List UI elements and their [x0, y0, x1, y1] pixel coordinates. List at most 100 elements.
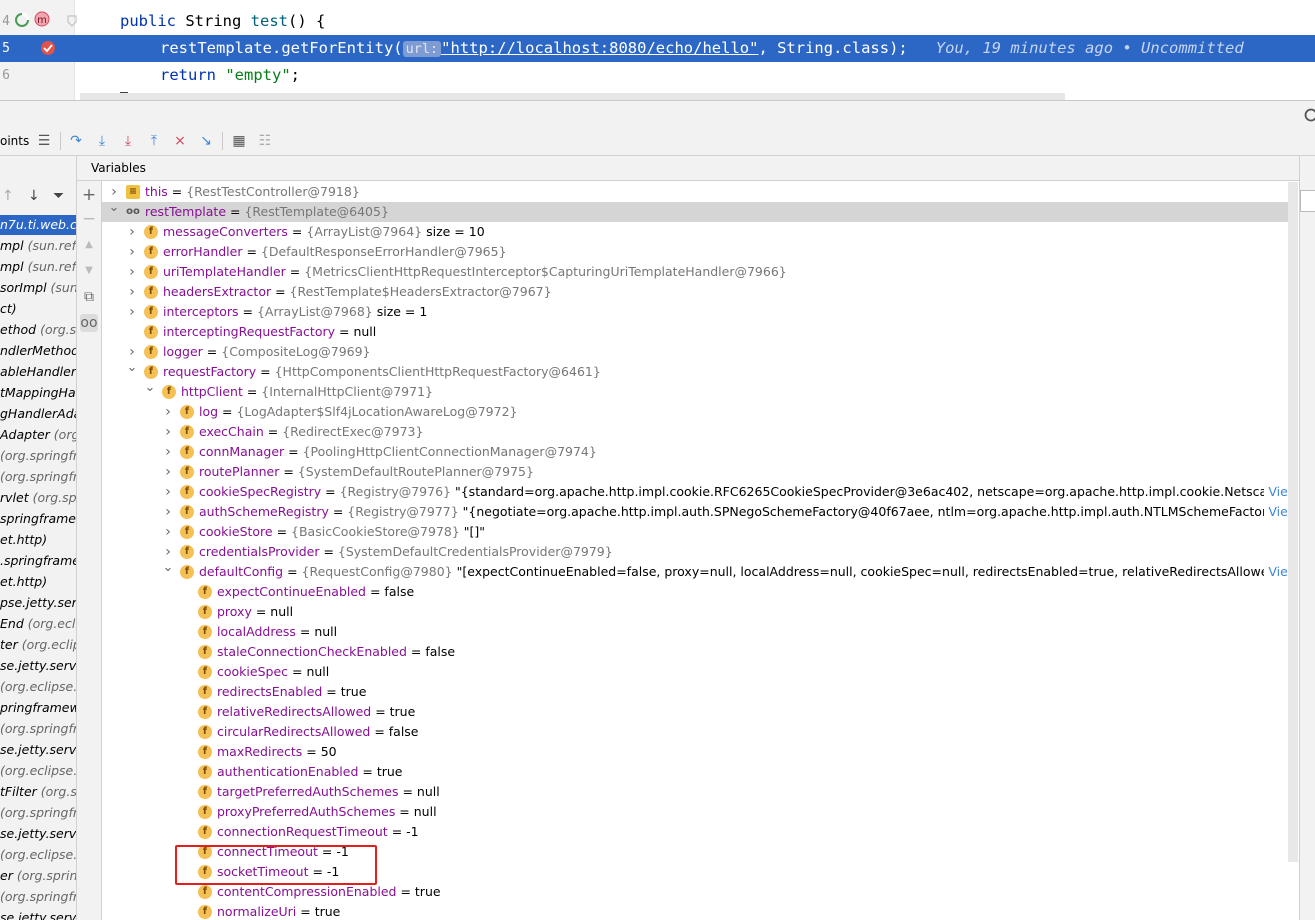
variable-row[interactable]: › f execChain = {RedirectExec@7973} — [102, 422, 1298, 442]
step-out-icon[interactable]: ⤒ — [145, 132, 163, 150]
variable-row[interactable]: f contentCompressionEnabled = true — [102, 882, 1298, 902]
variable-row[interactable]: f targetPreferredAuthSchemes = null — [102, 782, 1298, 802]
variable-row[interactable]: › f headersExtractor = {RestTemplate$Heade… — [102, 282, 1298, 302]
variable-row[interactable]: › f uriTemplateHandler = {MetricsClientHtt… — [102, 262, 1298, 282]
stack-frame-item[interactable]: springframew — [0, 509, 76, 529]
variable-row[interactable]: f maxRedirects = 50 — [102, 742, 1298, 762]
variable-row[interactable]: ⌄ f defaultConfig = {RequestConfig@7980} "… — [102, 560, 1298, 582]
expand-arrow-icon[interactable]: › — [162, 502, 174, 522]
collapse-arrow-icon[interactable]: ⌄ — [126, 358, 138, 378]
variable-row[interactable]: f circularRedirectsAllowed = false — [102, 722, 1298, 742]
variable-row[interactable]: f interceptingRequestFactory = null — [102, 322, 1298, 342]
expand-arrow-icon[interactable]: › — [126, 262, 138, 282]
drop-frame-icon[interactable]: ⨯ — [171, 132, 189, 150]
method-mapping-icon[interactable]: m — [33, 10, 51, 28]
menu-icon[interactable]: ☰ — [35, 132, 53, 150]
expand-arrow-icon[interactable]: › — [126, 242, 138, 262]
copy-icon[interactable]: ⧉ — [80, 288, 98, 306]
stack-frame-item[interactable]: (org.eclipse. — [0, 845, 76, 865]
stack-frame-item[interactable]: gHandlerAda — [0, 404, 76, 424]
variable-row[interactable]: f normalizeUri = true — [102, 902, 1298, 920]
stack-frame-item[interactable]: n7u.ti.web.co — [0, 215, 76, 235]
stack-frame-item[interactable]: se.jetty.servle — [0, 824, 76, 844]
force-step-into-icon[interactable]: ⤓ — [119, 132, 137, 150]
expand-arrow-icon[interactable]: › — [126, 302, 138, 322]
variable-row[interactable]: › f authSchemeRegistry = {Registry@7977} "… — [102, 502, 1298, 522]
arrow-up-icon[interactable]: ↑ — [2, 188, 14, 204]
add-watch-icon[interactable]: + — [80, 186, 98, 204]
arrow-down-icon[interactable]: ↓ — [28, 188, 40, 204]
variable-row[interactable]: › f log = {LogAdapter$Slf4jLocationAwareLo… — [102, 402, 1298, 422]
variable-row[interactable]: f expectContinueEnabled = false — [102, 582, 1298, 602]
stack-frame-item[interactable]: pringframew — [0, 698, 76, 718]
move-up-icon[interactable]: ▲ — [80, 236, 98, 254]
stack-frame-item[interactable]: .springframe — [0, 551, 76, 571]
variable-row[interactable]: f proxyPreferredAuthSchemes = null — [102, 802, 1298, 822]
variable-row[interactable]: f redirectsEnabled = true — [102, 682, 1298, 702]
variable-row[interactable]: ⌄ oo restTemplate = {RestTemplate@6405} — [102, 200, 1298, 222]
expand-arrow-icon[interactable]: › — [162, 482, 174, 502]
stack-frame-item[interactable]: Adapter (org. — [0, 425, 76, 445]
variables-tree[interactable]: › ≡ this = {RestTestController@7918} ⌄ oo res… — [102, 182, 1298, 920]
breakpoints-label[interactable]: oints — [0, 134, 29, 148]
editor-horizontal-scrollbar[interactable] — [80, 93, 1065, 100]
trace-icon[interactable]: ☷ — [256, 132, 274, 150]
variable-row[interactable]: f staleConnectionCheckEnabled = false — [102, 642, 1298, 662]
variable-row[interactable]: f cookieSpec = null — [102, 662, 1298, 682]
run-to-cursor-icon[interactable]: ↘ — [197, 132, 215, 150]
stack-frame-item[interactable]: ct) — [0, 299, 76, 319]
variable-row[interactable]: › f connManager = {PoolingHttpClientConnec… — [102, 442, 1298, 462]
evaluate-expression-icon[interactable]: ▦ — [230, 132, 248, 150]
expand-arrow-icon[interactable]: › — [162, 402, 174, 422]
variable-row[interactable]: f connectionRequestTimeout = -1 — [102, 822, 1298, 842]
variable-row[interactable]: › f interceptors = {ArrayList@7968} size =… — [102, 302, 1298, 322]
stack-frame-item[interactable]: ethod (org.sp — [0, 320, 76, 340]
move-down-icon[interactable]: ▼ — [80, 262, 98, 280]
step-over-icon[interactable]: ↷ — [67, 132, 85, 150]
stack-frame-item[interactable]: tMappingHar — [0, 383, 76, 403]
variable-row[interactable]: f relativeRedirectsAllowed = true — [102, 702, 1298, 722]
variable-row[interactable]: f proxy = null — [102, 602, 1298, 622]
stack-frame-item[interactable]: mpl (sun.refle — [0, 236, 76, 256]
stack-frame-item[interactable]: (org.springfra — [0, 803, 76, 823]
stack-frame-item[interactable]: rvlet (org.sp — [0, 488, 76, 508]
remove-watch-icon[interactable]: − — [80, 210, 98, 228]
stack-frame-item[interactable]: pse.jetty.servle — [0, 593, 76, 613]
code-editor[interactable]: 4 5 6 m public String test() { restTempl… — [0, 0, 1315, 100]
variable-row[interactable]: › f credentialsProvider = {SystemDefaultCr… — [102, 542, 1298, 562]
watch-input[interactable] — [1300, 190, 1315, 212]
stack-frame-item[interactable]: et.http) — [0, 530, 76, 550]
step-into-icon[interactable]: ⤓ — [93, 132, 111, 150]
stack-frame-item[interactable]: ter (org.eclip — [0, 635, 76, 655]
show-watches-icon[interactable]: oo — [80, 314, 98, 332]
variable-row[interactable]: f authenticationEnabled = true — [102, 762, 1298, 782]
stack-frame-item[interactable]: se.jetty.servle — [0, 656, 76, 676]
collapse-arrow-icon[interactable]: ⌄ — [108, 198, 120, 218]
expand-arrow-icon[interactable]: › — [162, 442, 174, 462]
variable-row[interactable]: › f routePlanner = {SystemDefaultRoutePlan… — [102, 462, 1298, 482]
stack-frame-item[interactable]: ndlerMethod — [0, 341, 76, 361]
stack-frame-item[interactable]: End (org.ecli — [0, 614, 76, 634]
expand-arrow-icon[interactable]: › — [126, 222, 138, 242]
fold-marker-icon[interactable] — [66, 14, 78, 28]
stack-frame-item[interactable]: er (org.spring — [0, 866, 76, 886]
stack-frame-item[interactable]: se.jetty.servle — [0, 740, 76, 760]
stack-frame-item[interactable]: (org.eclipse. — [0, 677, 76, 697]
collapse-arrow-icon[interactable]: ⌄ — [144, 378, 156, 398]
stack-frame-item[interactable]: (org.springfra — [0, 467, 76, 487]
variable-row[interactable]: › f cookieSpecRegistry = {Registry@7976} "… — [102, 482, 1298, 502]
stack-frame-item[interactable]: sorImpl (sun. — [0, 278, 76, 298]
variable-row[interactable]: ⌄ f requestFactory = {HttpComponentsClient… — [102, 360, 1298, 382]
stack-frame-item[interactable]: (org.springfr — [0, 446, 76, 466]
variables-scrollbar[interactable] — [1288, 182, 1298, 862]
stack-frame-item[interactable]: (org.eclipse. — [0, 761, 76, 781]
expand-arrow-icon[interactable]: › — [126, 282, 138, 302]
stack-frame-item[interactable]: (org.springfra — [0, 719, 76, 739]
stack-frame-item[interactable]: se.jetty.servle — [0, 908, 76, 920]
variable-row[interactable]: › f cookieStore = {BasicCookieStore@7978} … — [102, 522, 1298, 542]
stack-frame-item[interactable]: tFilter (org.sp — [0, 782, 76, 802]
expand-arrow-icon[interactable]: › — [162, 462, 174, 482]
stack-frame-item[interactable]: mpl (sun.refle — [0, 257, 76, 277]
run-gutter-icon[interactable] — [13, 11, 31, 29]
variable-row[interactable]: ⌄ f httpClient = {InternalHttpClient@7971} — [102, 380, 1298, 402]
